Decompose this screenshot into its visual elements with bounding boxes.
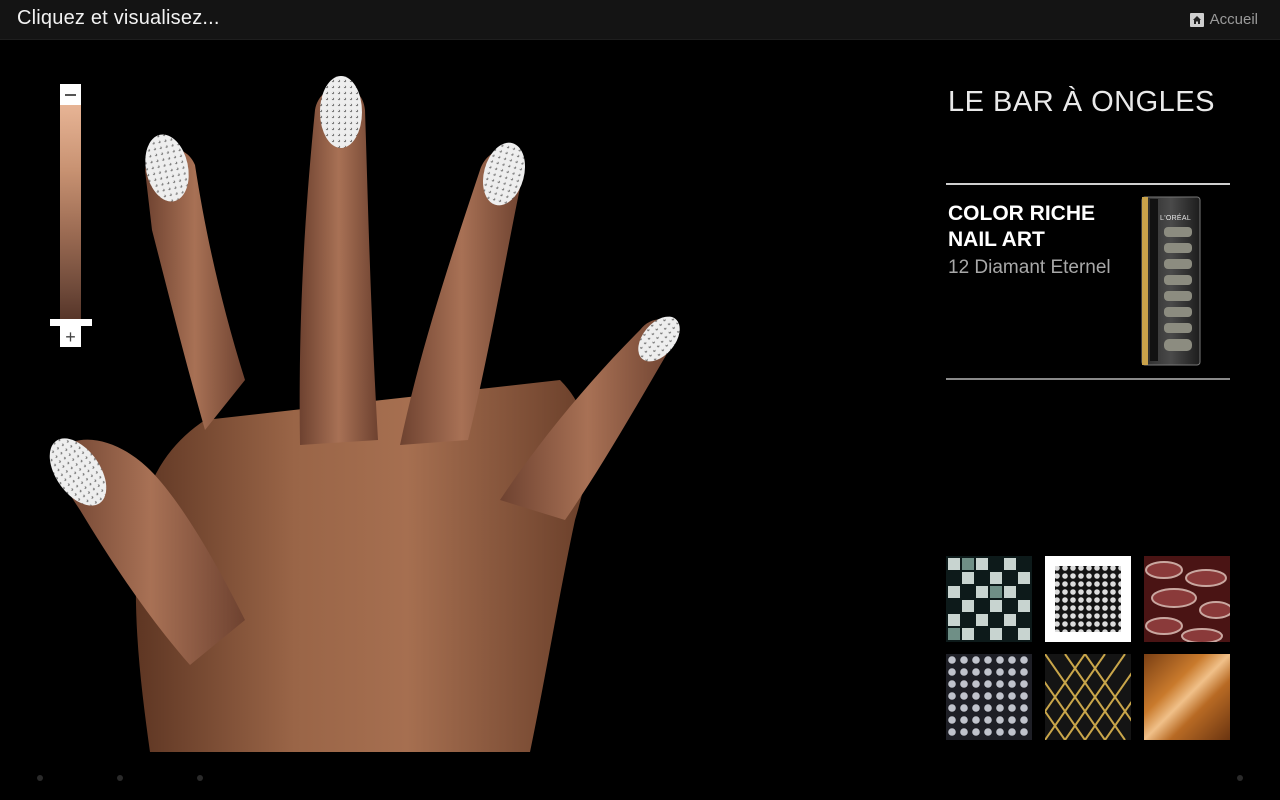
top-bar: Cliquez et visualisez... Accueil bbox=[0, 0, 1280, 40]
home-button[interactable]: Accueil bbox=[1189, 11, 1258, 28]
swatch-dots-silver[interactable] bbox=[946, 654, 1032, 740]
plus-icon[interactable]: + bbox=[60, 326, 81, 347]
hand-illustration bbox=[49, 76, 680, 752]
page-dot-2[interactable] bbox=[117, 775, 123, 781]
skin-tone-slider[interactable]: + bbox=[50, 84, 92, 350]
skin-tone-handle[interactable] bbox=[50, 319, 92, 326]
swatch-python-brown[interactable] bbox=[1144, 556, 1230, 642]
product-card: COLOR RICHE NAIL ART 12 Diamant Eternel bbox=[946, 183, 1230, 380]
page-title: Cliquez et visualisez... bbox=[17, 7, 220, 29]
home-icon bbox=[1189, 12, 1204, 27]
product-package-image: L'ORÉAL bbox=[1136, 193, 1206, 375]
product-shade: 12 Diamant Eternel bbox=[948, 257, 1111, 278]
home-label: Accueil bbox=[1209, 11, 1258, 28]
swatch-mosaic-silver[interactable] bbox=[946, 556, 1032, 642]
package-brand: L'ORÉAL bbox=[1160, 215, 1192, 222]
hand-preview bbox=[0, 40, 900, 752]
skin-tone-track[interactable] bbox=[60, 105, 81, 321]
page-dot-3[interactable] bbox=[197, 775, 203, 781]
page-dot-4[interactable] bbox=[1237, 775, 1243, 781]
page-dot-1[interactable] bbox=[37, 775, 43, 781]
swatch-gold-foil[interactable] bbox=[1144, 654, 1230, 740]
section-title: LE BAR À ONGLES bbox=[948, 86, 1215, 118]
minus-icon[interactable] bbox=[60, 84, 81, 105]
product-name: COLOR RICHE NAIL ART bbox=[948, 201, 1128, 253]
swatch-gold-lattice[interactable] bbox=[1045, 654, 1131, 740]
swatch-diamant-eternel[interactable] bbox=[1045, 556, 1131, 642]
product-name-line1: COLOR RICHE bbox=[948, 202, 1095, 225]
swatch-grid bbox=[946, 556, 1230, 740]
app-root: Cliquez et visualisez... Accueil + LE BA… bbox=[0, 0, 1280, 800]
product-name-line2: NAIL ART bbox=[948, 228, 1045, 251]
middle-nail bbox=[320, 76, 362, 148]
